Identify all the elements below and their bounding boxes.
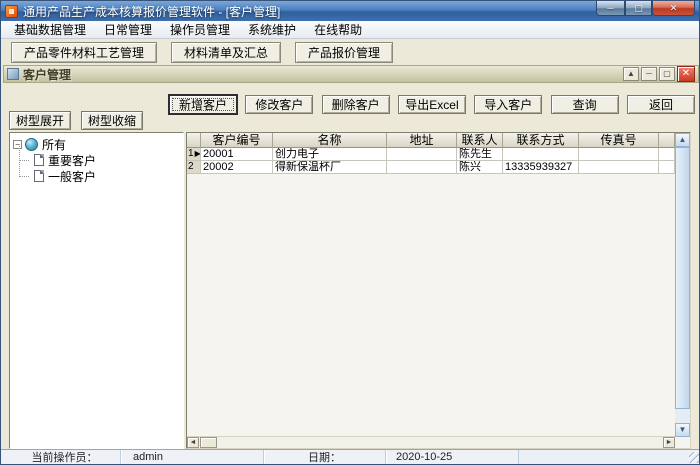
column-header-contact[interactable]: 联系人 — [457, 133, 503, 148]
row-indicator-header — [187, 133, 201, 148]
grid-scroll-area: 客户编号 名称 地址 联系人 联系方式 传真号 1 ▶ 20001 创力电子 陈先… — [187, 133, 675, 437]
delete-customer-button[interactable]: 删除客户 — [321, 95, 390, 114]
status-bar-filler — [519, 450, 699, 464]
minimize-button[interactable]: ─ — [596, 1, 625, 16]
tree-expand-button[interactable]: 树型展开 — [9, 111, 71, 130]
import-customer-button[interactable]: 导入客户 — [474, 95, 543, 114]
vertical-scroll-thumb[interactable] — [675, 147, 690, 409]
child-rollup-icon[interactable]: ▲ — [623, 67, 639, 81]
cell-contact[interactable]: 陈先生 — [457, 148, 503, 161]
resize-grip[interactable] — [689, 452, 699, 463]
column-header-customer-no[interactable]: 客户编号 — [201, 133, 273, 148]
cell-customer-no[interactable]: 20001 — [201, 148, 273, 161]
document-icon — [34, 154, 44, 166]
horizontal-scroll-thumb[interactable] — [200, 437, 217, 448]
scroll-down-icon[interactable]: ▼ — [675, 423, 690, 437]
cell-phone[interactable] — [503, 148, 579, 161]
tree-node-label: 所有 — [42, 137, 67, 152]
cell-name[interactable]: 创力电子 — [273, 148, 387, 161]
date-label: 日期： — [264, 450, 386, 464]
cell-filler — [659, 161, 675, 174]
cell-customer-no[interactable]: 20002 — [201, 161, 273, 174]
title-bar: 通用产品生产成本核算报价管理软件 - [客户管理] ─ ▢ ✕ — [1, 1, 699, 21]
scroll-left-icon[interactable]: ◄ — [187, 437, 199, 448]
toolbar-material-list-button[interactable]: 材料清单及汇总 — [171, 41, 282, 63]
tree-node-important-customers[interactable]: 重要客户 — [12, 144, 181, 168]
menu-operator[interactable]: 操作员管理 — [161, 21, 239, 39]
cell-fax[interactable] — [579, 148, 659, 161]
menu-system[interactable]: 系统维护 — [239, 21, 305, 39]
customer-tree-panel: − 所有 重要客户 一般客户 — [9, 132, 184, 449]
toolbar-material-process-button[interactable]: 产品零件材料工艺管理 — [11, 41, 158, 63]
close-button[interactable]: ✕ — [652, 1, 695, 16]
child-window-title: 客户管理 — [23, 67, 72, 82]
cell-address[interactable] — [387, 148, 457, 161]
tree-node-general-customers[interactable]: 一般客户 — [12, 160, 181, 184]
cell-contact[interactable]: 陈兴 — [457, 161, 503, 174]
grid-header-row: 客户编号 名称 地址 联系人 联系方式 传真号 — [187, 133, 675, 148]
tree-control-buttons: 树型展开 树型收缩 — [9, 111, 143, 130]
action-button-row: 新增客户 修改客户 删除客户 导出Excel 导入客户 查询 返回 — [169, 95, 695, 114]
child-close-button[interactable]: ✕ — [677, 66, 695, 82]
tree-node-label: 一般客户 — [48, 169, 97, 184]
cell-fax[interactable] — [579, 161, 659, 174]
cell-phone[interactable]: 13335939327 — [503, 161, 579, 174]
row-indicator: 1 ▶ — [187, 148, 201, 161]
column-header-address[interactable]: 地址 — [387, 133, 457, 148]
child-window-controls: ▲ ─ ▢ ✕ — [623, 66, 695, 82]
main-toolbar: 产品零件材料工艺管理 材料清单及汇总 产品报价管理 — [1, 39, 699, 65]
customer-grid: 客户编号 名称 地址 联系人 联系方式 传真号 1 ▶ 20001 创力电子 陈先… — [186, 132, 691, 449]
column-header-name[interactable]: 名称 — [273, 133, 387, 148]
add-customer-button[interactable]: 新增客户 — [169, 95, 237, 114]
status-bar: 当前操作员： admin 日期： 2020-10-25 — [1, 449, 699, 464]
maximize-button[interactable]: ▢ — [625, 1, 652, 16]
window-controls: ─ ▢ ✕ — [596, 1, 695, 16]
horizontal-scrollbar[interactable]: ◄ ► — [187, 436, 675, 448]
tree-node-all[interactable]: − 所有 — [12, 136, 181, 152]
current-record-marker: ▶ — [194, 149, 201, 158]
vertical-scrollbar[interactable]: ▲ ▼ — [675, 133, 690, 437]
row-indicator: 2 — [187, 161, 201, 174]
query-button[interactable]: 查询 — [550, 95, 619, 114]
menu-daily[interactable]: 日常管理 — [95, 21, 161, 39]
export-excel-button[interactable]: 导出Excel — [397, 95, 466, 114]
column-header-phone[interactable]: 联系方式 — [503, 133, 579, 148]
child-minimize-button[interactable]: ─ — [641, 67, 657, 81]
form-icon — [7, 68, 19, 80]
date-value: 2020-10-25 — [386, 450, 519, 464]
operator-value: admin — [121, 450, 264, 464]
column-header-filler — [659, 133, 675, 148]
document-icon — [34, 170, 44, 182]
table-row[interactable]: 1 ▶ 20001 创力电子 陈先生 — [187, 148, 675, 161]
child-maximize-button[interactable]: ▢ — [659, 67, 675, 81]
menu-help[interactable]: 在线帮助 — [305, 21, 371, 39]
cell-address[interactable] — [387, 161, 457, 174]
return-button[interactable]: 返回 — [626, 95, 695, 114]
toolbar-product-quote-button[interactable]: 产品报价管理 — [295, 41, 394, 63]
edit-customer-button[interactable]: 修改客户 — [245, 95, 314, 114]
cell-name[interactable]: 得新保温杯厂 — [273, 161, 387, 174]
scroll-up-icon[interactable]: ▲ — [675, 133, 690, 147]
tree-node-label: 重要客户 — [48, 153, 97, 168]
scroll-right-icon[interactable]: ► — [663, 437, 675, 448]
operator-label: 当前操作员： — [9, 450, 121, 464]
table-row[interactable]: 2 20002 得新保温杯厂 陈兴 13335939327 — [187, 161, 675, 174]
menu-basic-data[interactable]: 基础数据管理 — [5, 21, 95, 39]
menu-bar: 基础数据管理 日常管理 操作员管理 系统维护 在线帮助 — [1, 21, 699, 39]
window-title: 通用产品生产成本核算报价管理软件 - [客户管理] — [23, 4, 281, 19]
cell-filler — [659, 148, 675, 161]
app-icon — [5, 4, 18, 18]
column-header-fax[interactable]: 传真号 — [579, 133, 659, 148]
child-window-caption: 客户管理 ▲ ─ ▢ ✕ — [3, 65, 699, 83]
tree-collapse-button[interactable]: 树型收缩 — [81, 111, 143, 130]
app-window: 通用产品生产成本核算报价管理软件 - [客户管理] ─ ▢ ✕ 基础数据管理 日… — [0, 0, 700, 465]
